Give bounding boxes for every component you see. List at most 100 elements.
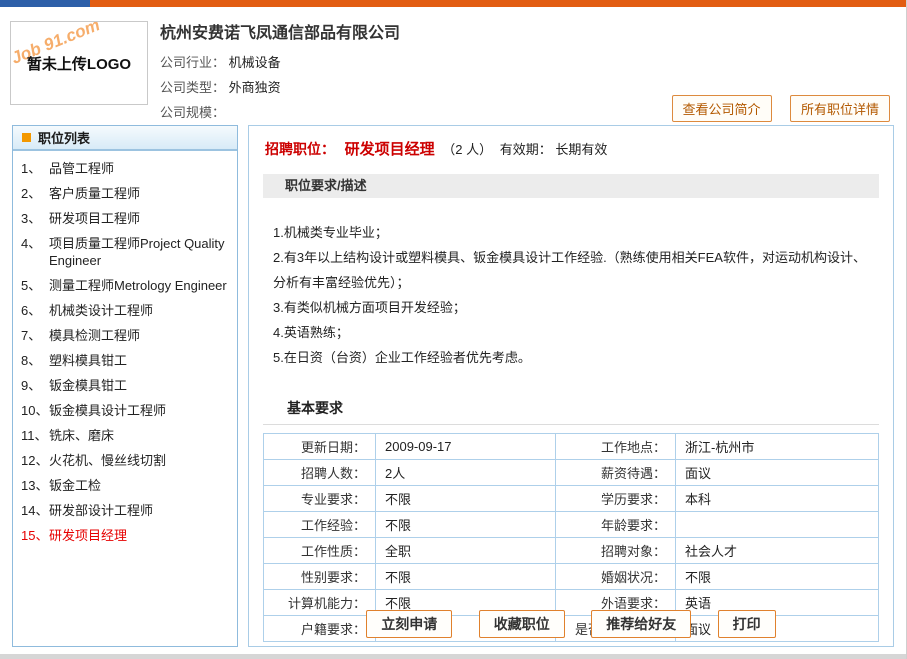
logo-placeholder-text: 暂未上传LOGO — [27, 53, 131, 74]
job-item-number: 12、 — [21, 452, 49, 469]
job-list-item[interactable]: 4、 项目质量工程师Project Quality Engineer — [19, 231, 231, 273]
apply-now-button[interactable]: 立刻申请 — [366, 610, 452, 638]
job-list-item[interactable]: 3、 研发项目工程师 — [19, 206, 231, 231]
table-row: 工作经验： 不限 年龄要求： — [264, 512, 879, 538]
job-title-line: 招聘职位： 研发项目经理 （2 人） 有效期： 长期有效 — [263, 138, 879, 159]
job-item-label: 塑料模具钳工 — [49, 352, 229, 369]
job-item-number: 13、 — [21, 477, 49, 494]
table-value-cell: 不限 — [376, 564, 556, 590]
job-item-label: 品管工程师 — [49, 160, 229, 177]
company-field-value: 机械设备 — [229, 55, 281, 70]
company-logo-placeholder: Job 91.com 暂未上传LOGO — [10, 21, 148, 105]
job-list-item[interactable]: 8、 塑料模具钳工 — [19, 348, 231, 373]
page: Job 91.com 暂未上传LOGO 杭州安费诺飞凤通信部品有限公司 公司行业… — [0, 0, 907, 659]
table-label-cell: 工作经验： — [264, 512, 376, 538]
job-list-item[interactable]: 2、 客户质量工程师 — [19, 181, 231, 206]
section-basic-requirements-title: 基本要求 — [263, 398, 879, 425]
bottom-bar — [0, 654, 906, 659]
header-buttons: 查看公司简介 所有职位详情 — [658, 95, 890, 122]
table-value-cell: 全职 — [376, 538, 556, 564]
job-item-number: 5、 — [21, 277, 49, 294]
job-list-sidebar: 职位列表 1、 品管工程师 2、 客户质量工程师 3、 — [12, 125, 238, 647]
table-label-cell: 年龄要求： — [556, 512, 676, 538]
job-item-number: 15、 — [21, 527, 49, 544]
job-item-number: 14、 — [21, 502, 49, 519]
table-row: 工作性质： 全职 招聘对象： 社会人才 — [264, 538, 879, 564]
job-item-label: 钣金模具钳工 — [49, 377, 229, 394]
table-row: 更新日期： 2009-09-17 工作地点： 浙江-杭州市 — [264, 434, 879, 460]
validity-label: 有效期： — [500, 142, 552, 157]
job-list-item[interactable]: 9、 钣金模具钳工 — [19, 373, 231, 398]
job-title-label: 招聘职位： — [265, 141, 335, 157]
job-headcount: （2 人） — [442, 142, 492, 157]
table-row: 专业要求： 不限 学历要求： 本科 — [264, 486, 879, 512]
job-item-label: 研发部设计工程师 — [49, 502, 229, 519]
job-detail-panel: 招聘职位： 研发项目经理 （2 人） 有效期： 长期有效 职位要求/描述 1.机… — [248, 125, 894, 647]
job-list-item[interactable]: 7、 模具检测工程师 — [19, 323, 231, 348]
job-list-item[interactable]: 10、 钣金模具设计工程师 — [19, 398, 231, 423]
job-list-item[interactable]: 11、 铣床、磨床 — [19, 423, 231, 448]
company-field-row: 公司行业： 机械设备 — [160, 50, 906, 75]
recommend-friend-button[interactable]: 推荐给好友 — [591, 610, 691, 638]
job-item-label: 研发项目经理 — [49, 527, 229, 544]
job-list-header: 职位列表 — [13, 126, 237, 151]
job-item-number: 2、 — [21, 185, 49, 202]
job-list-item[interactable]: 15、 研发项目经理 — [19, 523, 231, 548]
view-company-intro-button[interactable]: 查看公司简介 — [672, 95, 772, 122]
job-title: 研发项目经理 — [345, 141, 435, 158]
table-label-cell: 招聘对象： — [556, 538, 676, 564]
section-job-description-title: 职位要求/描述 — [263, 174, 879, 198]
table-label-cell: 学历要求： — [556, 486, 676, 512]
job-item-label: 项目质量工程师Project Quality Engineer — [49, 235, 229, 269]
job-list: 1、 品管工程师 2、 客户质量工程师 3、 研发项目工程师 4、 — [13, 151, 237, 548]
table-row: 性别要求： 不限 婚姻状况： 不限 — [264, 564, 879, 590]
table-value-cell — [676, 512, 879, 538]
content-area: 职位列表 1、 品管工程师 2、 客户质量工程师 3、 — [12, 125, 894, 647]
table-value-cell: 不限 — [676, 564, 879, 590]
table-row: 招聘人数： 2人 薪资待遇： 面议 — [264, 460, 879, 486]
job-list-item[interactable]: 14、 研发部设计工程师 — [19, 498, 231, 523]
table-value-cell: 不限 — [376, 486, 556, 512]
table-value-cell: 2人 — [376, 460, 556, 486]
requirement-line: 3.有类似机械方面项目开发经验； — [273, 295, 873, 320]
table-label-cell: 性别要求： — [264, 564, 376, 590]
table-label-cell: 薪资待遇： — [556, 460, 676, 486]
table-value-cell: 本科 — [676, 486, 879, 512]
job-item-number: 8、 — [21, 352, 49, 369]
job-list-item[interactable]: 12、 火花机、慢丝线切割 — [19, 448, 231, 473]
requirement-line: 4.英语熟练； — [273, 320, 873, 345]
requirement-line: 5.在日资（台资）企业工作经验者优先考虑。 — [273, 345, 873, 370]
table-label-cell: 工作地点： — [556, 434, 676, 460]
table-value-cell: 面议 — [676, 460, 879, 486]
job-list-item[interactable]: 5、 测量工程师Metrology Engineer — [19, 273, 231, 298]
table-label-cell: 婚姻状况： — [556, 564, 676, 590]
job-item-number: 3、 — [21, 210, 49, 227]
job-item-label: 机械类设计工程师 — [49, 302, 229, 319]
job-item-number: 9、 — [21, 377, 49, 394]
all-jobs-detail-button[interactable]: 所有职位详情 — [790, 95, 890, 122]
job-item-number: 7、 — [21, 327, 49, 344]
job-list-item[interactable]: 13、 钣金工检 — [19, 473, 231, 498]
validity-value: 长期有效 — [555, 142, 607, 157]
company-field-value: 外商独资 — [229, 80, 281, 95]
job-item-number: 11、 — [21, 427, 49, 444]
table-value-cell: 社会人才 — [676, 538, 879, 564]
bullet-square-icon — [22, 133, 31, 142]
requirement-line: 2.有3年以上结构设计或塑料模具、钣金模具设计工作经验.（熟练使用相关FEA软件… — [273, 245, 873, 295]
save-job-button[interactable]: 收藏职位 — [479, 610, 565, 638]
job-item-label: 钣金模具设计工程师 — [49, 402, 229, 419]
job-item-label: 研发项目工程师 — [49, 210, 229, 227]
table-label-cell: 专业要求： — [264, 486, 376, 512]
company-header: Job 91.com 暂未上传LOGO 杭州安费诺飞凤通信部品有限公司 公司行业… — [0, 7, 906, 119]
job-list-item[interactable]: 1、 品管工程师 — [19, 156, 231, 181]
print-button[interactable]: 打印 — [718, 610, 776, 638]
top-accent-bar — [0, 0, 906, 7]
company-field-label: 公司行业： — [160, 55, 225, 70]
job-list-item[interactable]: 6、 机械类设计工程师 — [19, 298, 231, 323]
job-requirements-text: 1.机械类专业毕业； 2.有3年以上结构设计或塑料模具、钣金模具设计工作经验.（… — [273, 220, 873, 370]
top-accent-bar-blue — [0, 0, 90, 7]
job-item-label: 铣床、磨床 — [49, 427, 229, 444]
table-value-cell: 2009-09-17 — [376, 434, 556, 460]
job-item-number: 10、 — [21, 402, 49, 419]
company-name: 杭州安费诺飞凤通信部品有限公司 — [160, 19, 906, 43]
